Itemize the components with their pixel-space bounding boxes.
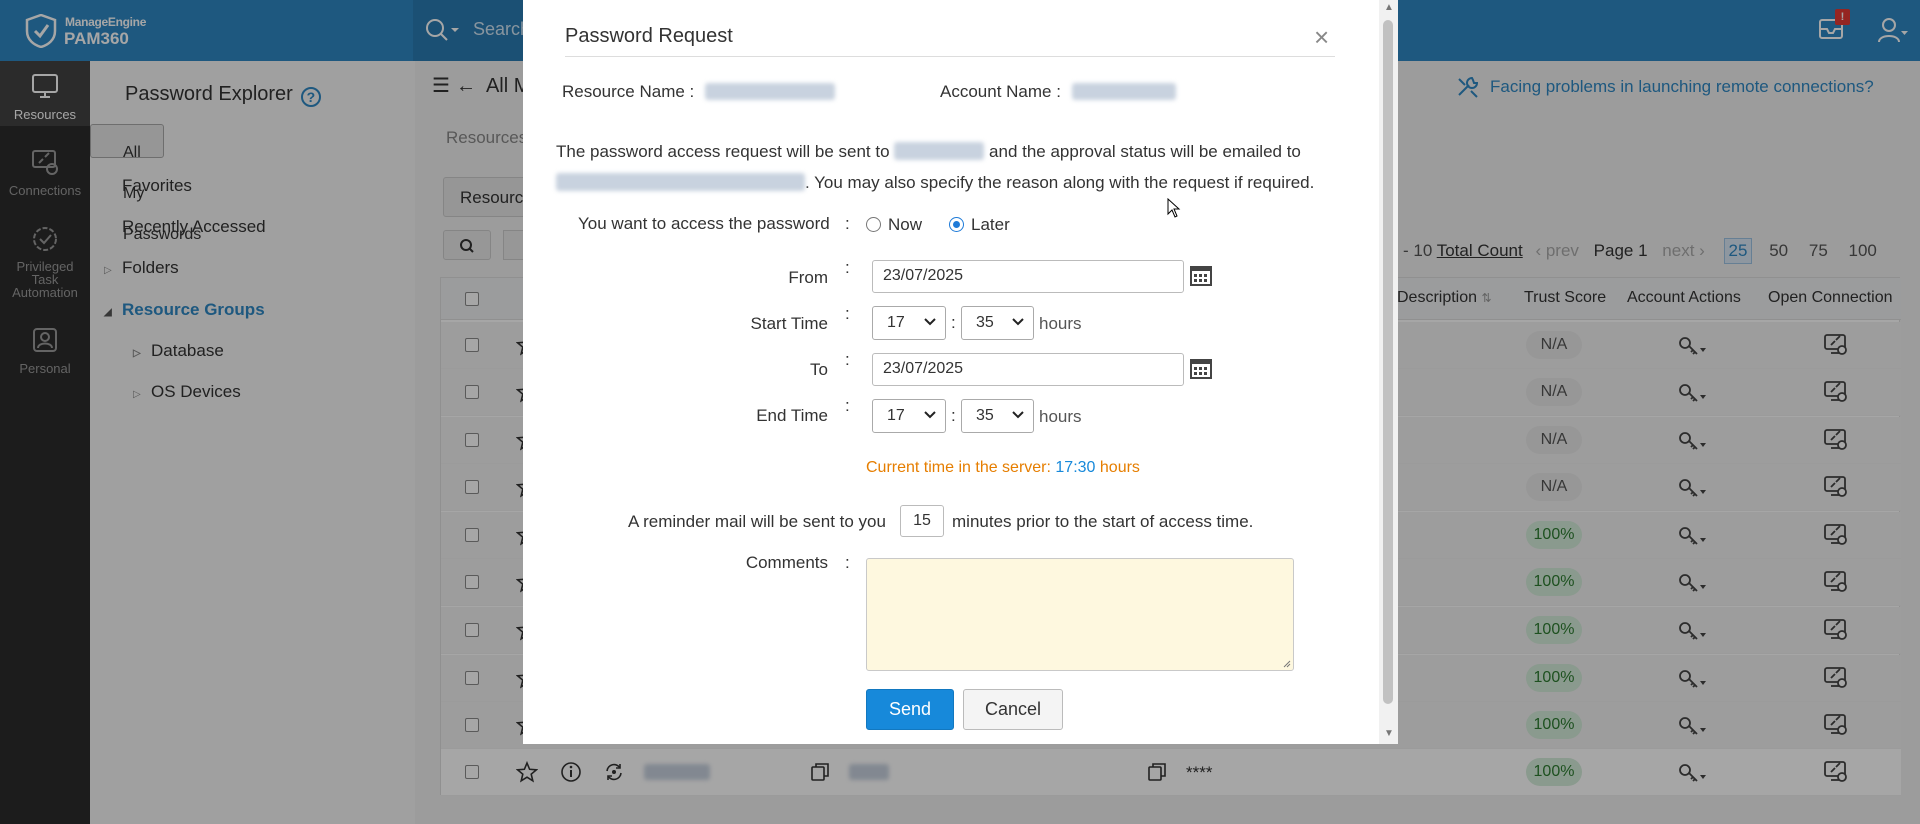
cancel-button[interactable]: Cancel	[963, 689, 1063, 730]
reminder-minutes-input[interactable]: 15	[900, 505, 944, 537]
chevron-down-icon	[1011, 410, 1025, 420]
end-time-label: End Time	[756, 406, 828, 425]
end-hour-value: 17	[887, 407, 905, 424]
radio-now-label: Now	[888, 215, 923, 234]
account-name-value-redacted	[1071, 83, 1176, 100]
dialog-title: Password Request	[565, 25, 733, 47]
start-minute-value: 35	[976, 314, 994, 331]
radio-later[interactable]: Later	[949, 215, 1010, 235]
colon: :	[845, 350, 850, 369]
end-minute-select[interactable]: 35	[961, 399, 1034, 433]
chevron-down-icon	[923, 317, 937, 327]
msg-part1: The password access request will be sent…	[556, 142, 890, 161]
account-name-row: Account Name :	[940, 82, 1176, 102]
reminder-prefix: A reminder mail will be sent to you	[628, 512, 886, 531]
resize-handle-icon[interactable]	[1281, 658, 1291, 668]
start-hour-select[interactable]: 17	[872, 306, 946, 340]
colon: :	[845, 396, 850, 415]
reminder-suffix: minutes prior to the start of access tim…	[952, 512, 1254, 531]
from-label: From	[788, 268, 828, 287]
resource-name-row: Resource Name :	[562, 82, 836, 102]
end-hour-select[interactable]: 17	[872, 399, 946, 433]
scroll-down-arrow-icon[interactable]: ▼	[1384, 728, 1394, 739]
start-minute-select[interactable]: 35	[961, 306, 1034, 340]
msg-part2: and the approval status will be emailed …	[989, 142, 1301, 161]
msg-part3: . You may also specify the reason along …	[805, 173, 1315, 192]
colon: :	[845, 258, 850, 277]
title-divider	[565, 56, 1335, 57]
approver-redacted	[894, 142, 985, 160]
mouse-cursor-icon	[1167, 198, 1181, 218]
scroll-up-arrow-icon[interactable]: ▲	[1384, 2, 1394, 13]
comments-textarea[interactable]	[866, 558, 1294, 671]
server-time-suffix: hours	[1099, 459, 1140, 476]
radio-now[interactable]: Now	[866, 215, 922, 235]
account-name-label: Account Name :	[940, 82, 1061, 101]
dialog-scrollbar[interactable]: ▲ ▼	[1379, 0, 1398, 744]
calendar-icon[interactable]	[1190, 264, 1212, 286]
server-time-prefix: Current time in the server:	[866, 459, 1051, 476]
server-time-value: 17:30	[1055, 459, 1096, 476]
radio-later-label: Later	[971, 215, 1010, 234]
calendar-icon[interactable]	[1190, 357, 1212, 379]
resource-name-label: Resource Name :	[562, 82, 695, 101]
colon: :	[845, 553, 850, 572]
start-hour-value: 17	[887, 314, 905, 331]
access-label: You want to access the password	[578, 214, 830, 233]
time-separator: :	[951, 313, 956, 332]
end-minute-value: 35	[976, 407, 994, 424]
from-date-field[interactable]: 23/07/2025	[872, 260, 1184, 293]
radio-now-button[interactable]	[866, 217, 881, 232]
chevron-down-icon	[1011, 317, 1025, 327]
time-separator: :	[951, 406, 956, 425]
server-time-note: Current time in the server: 17:30 hours	[866, 459, 1140, 477]
send-button[interactable]: Send	[866, 689, 954, 730]
to-label: To	[810, 360, 828, 379]
resource-name-value-redacted	[705, 83, 836, 100]
email-redacted	[556, 173, 805, 191]
radio-later-button[interactable]	[949, 217, 964, 232]
colon: :	[845, 304, 850, 323]
to-date-field[interactable]: 23/07/2025	[872, 353, 1184, 386]
chevron-down-icon	[923, 410, 937, 420]
colon: :	[845, 214, 850, 233]
close-icon[interactable]: ×	[1314, 22, 1329, 53]
request-message: The password access request will be sent…	[556, 136, 1336, 198]
scroll-thumb[interactable]	[1383, 20, 1393, 704]
start-time-label: Start Time	[750, 314, 828, 333]
hours-unit: hours	[1039, 407, 1082, 426]
comments-label: Comments	[745, 553, 828, 572]
hours-unit: hours	[1039, 314, 1082, 333]
